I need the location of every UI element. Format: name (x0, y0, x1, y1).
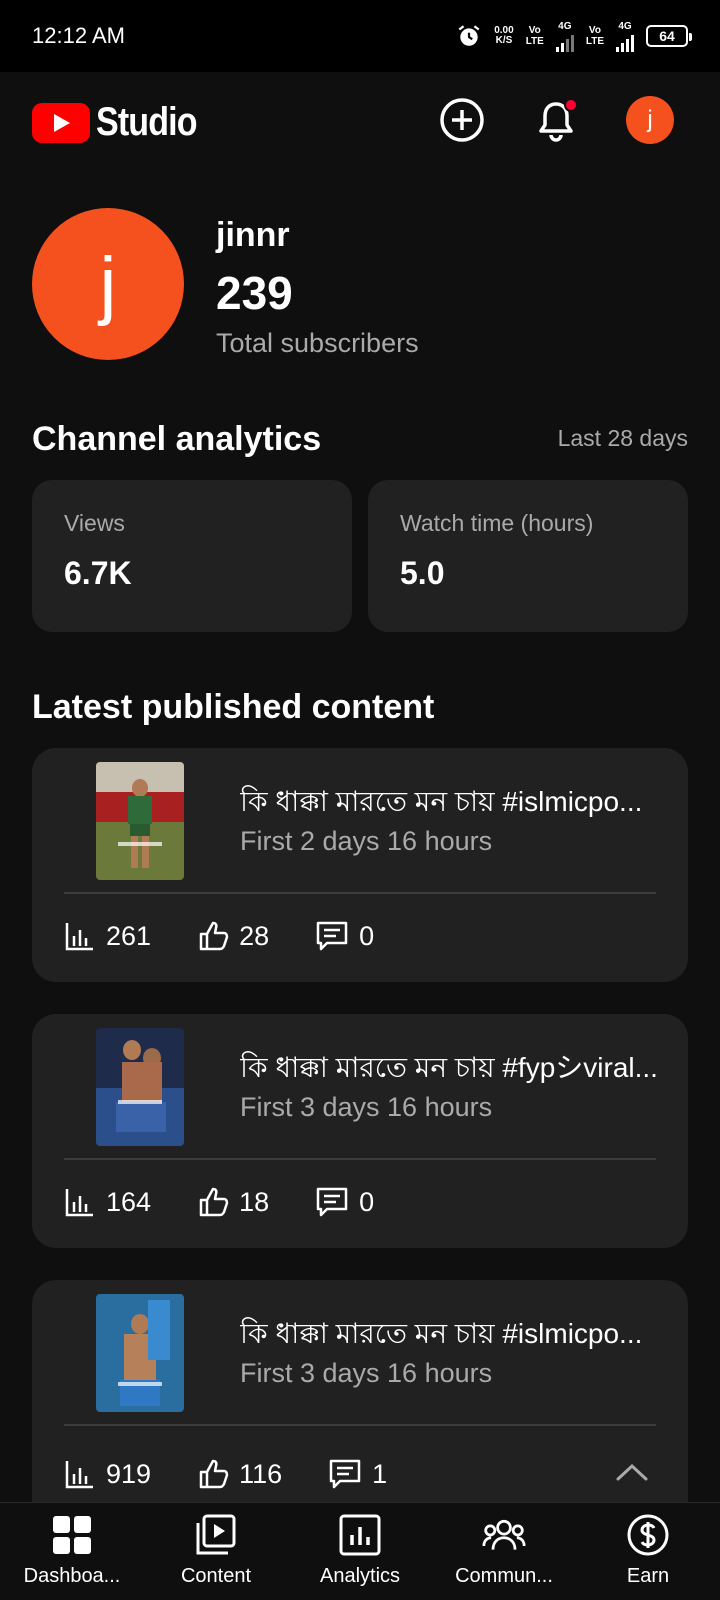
status-time: 12:12 AM (32, 23, 125, 48)
video-card[interactable]: কি ধাক্কা মারতে মন চায় #islmicpo... Fir… (32, 748, 688, 982)
dashboard-icon (50, 1513, 94, 1557)
comments-count: 0 (359, 1186, 375, 1217)
video-metrics: 164 18 0 (64, 1186, 420, 1218)
views-count: 919 (106, 1458, 152, 1489)
alarm-icon (458, 25, 480, 46)
subscriber-label: Total subscribers (216, 328, 419, 358)
views-count: 261 (106, 920, 152, 951)
comments-count: 0 (359, 920, 375, 951)
earn-icon (626, 1513, 670, 1557)
nav-label: Earn (626, 1565, 670, 1587)
comment-icon (329, 1459, 361, 1489)
create-icon (440, 98, 484, 142)
comment-icon (316, 1187, 348, 1217)
status-bar: 12:12 AM 0.00 K/S Vo LTE 4G Vo LTE 4G 64 (0, 0, 720, 72)
video-metrics: 919 116 1 (64, 1458, 433, 1490)
battery-level: 64 (659, 28, 675, 44)
video-thumbnail[interactable] (96, 762, 184, 880)
sim2-volte: Vo LTE (585, 25, 604, 47)
likes-metric: 28 (197, 920, 269, 952)
studio-logo: Studio (32, 100, 214, 145)
nav-analytics[interactable]: Analytics (288, 1503, 432, 1600)
bar-chart-icon (65, 1461, 93, 1489)
analytics-period: Last 28 days (557, 425, 688, 451)
likes-count: 28 (239, 920, 270, 951)
nav-label: Dashboa... (23, 1565, 121, 1587)
sim2-signal-icon: 4G (616, 21, 634, 52)
views-metric: 919 (64, 1458, 151, 1490)
sim1-signal-icon: 4G (555, 21, 574, 52)
latest-content-title: Latest published content (32, 688, 435, 726)
nav-label: Commun... (455, 1565, 553, 1587)
likes-count: 18 (239, 1186, 270, 1217)
bottom-navigation: Dashboa... Content Analytics Commun... E… (0, 1502, 720, 1600)
youtube-logo-icon (32, 102, 90, 143)
nav-content[interactable]: Content (144, 1503, 288, 1600)
notifications-button[interactable] (532, 96, 580, 144)
video-card[interactable]: কি ধাক্কা মারতে মন চায় #islmicpo... Fir… (32, 1280, 688, 1540)
comments-count: 1 (372, 1458, 388, 1489)
nav-earn[interactable]: Earn (576, 1503, 720, 1600)
logo-text: Studio (96, 100, 198, 144)
video-age: First 2 days 16 hours (240, 826, 493, 856)
video-title[interactable]: কি ধাক্কা মারতে মন চায় #islmicpo... (240, 780, 660, 827)
views-value: 6.7K (64, 555, 132, 591)
views-metric: 164 (64, 1186, 151, 1218)
video-thumbnail[interactable] (96, 1294, 184, 1412)
status-icons: 0.00 K/S Vo LTE 4G Vo LTE 4G 64 (456, 21, 692, 52)
video-metrics: 261 28 0 (64, 920, 420, 952)
network-speed: 0.00 K/S (494, 25, 514, 46)
notification-dot (564, 98, 578, 112)
watch-time-label: Watch time (hours) (400, 510, 594, 536)
thumbs-up-icon (199, 1459, 229, 1489)
video-age: First 3 days 16 hours (240, 1092, 493, 1122)
views-count: 164 (106, 1186, 152, 1217)
likes-metric: 18 (197, 1186, 269, 1218)
bar-chart-icon (65, 923, 93, 951)
views-metric: 261 (64, 920, 151, 952)
likes-metric: 116 (197, 1458, 282, 1490)
content-icon (194, 1513, 238, 1557)
subscriber-count: 239 (216, 267, 293, 319)
chevron-up-icon[interactable] (614, 1455, 650, 1491)
likes-count: 116 (239, 1458, 283, 1489)
video-title[interactable]: কি ধাক্কা মারতে মন চায় #islmicpo... (240, 1312, 660, 1359)
video-title[interactable]: কি ধাক্কা মারতে মন চায় #fypシviral... (240, 1046, 660, 1093)
community-icon (482, 1513, 526, 1557)
views-card[interactable]: Views 6.7K (32, 480, 352, 632)
nav-label: Analytics (319, 1565, 401, 1587)
thumbs-up-icon (199, 921, 229, 951)
analytics-icon (338, 1513, 382, 1557)
battery-icon: 64 (646, 25, 692, 47)
channel-avatar[interactable]: j (32, 208, 184, 360)
comments-metric: 1 (328, 1458, 387, 1490)
nav-dashboard[interactable]: Dashboa... (0, 1503, 144, 1600)
comments-metric: 0 (315, 1186, 374, 1218)
comments-metric: 0 (315, 920, 374, 952)
create-button[interactable] (438, 96, 486, 144)
nav-label: Content (180, 1565, 252, 1587)
channel-name: jinnr (216, 216, 290, 254)
video-thumbnail[interactable] (96, 1028, 184, 1146)
bar-chart-icon (65, 1189, 93, 1217)
watch-time-value: 5.0 (400, 555, 445, 591)
video-age: First 3 days 16 hours (240, 1358, 493, 1388)
comment-icon (316, 921, 348, 951)
divider (64, 1424, 656, 1426)
sim1-volte: Vo LTE (525, 25, 544, 47)
watch-time-card[interactable]: Watch time (hours) 5.0 (368, 480, 688, 632)
account-button[interactable]: j (626, 96, 674, 144)
views-label: Views (64, 510, 125, 536)
divider (64, 892, 656, 894)
thumbs-up-icon (199, 1187, 229, 1217)
analytics-title: Channel analytics (32, 420, 322, 458)
nav-community[interactable]: Commun... (432, 1503, 576, 1600)
video-card[interactable]: কি ধাক্কা মারতে মন চায় #fypシviral... Fi… (32, 1014, 688, 1248)
avatar: j (626, 96, 674, 144)
divider (64, 1158, 656, 1160)
app-header: Studio j (0, 72, 720, 168)
